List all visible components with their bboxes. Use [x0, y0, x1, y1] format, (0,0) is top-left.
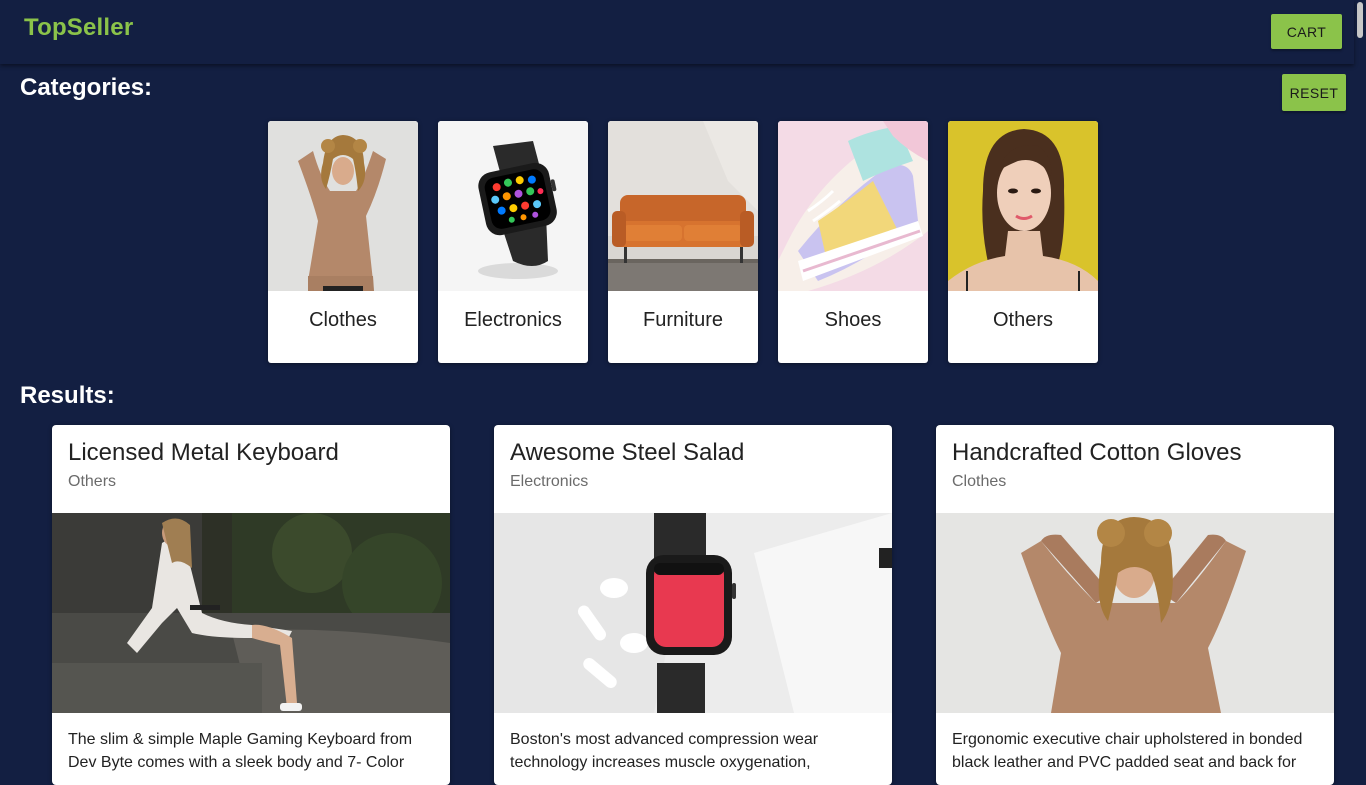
results-heading: Results: [20, 382, 115, 409]
cart-button[interactable]: CART [1271, 14, 1342, 49]
product-description: Ergonomic executive chair upholstered in… [952, 731, 1303, 771]
category-label: Others [992, 309, 1054, 331]
category-label: Shoes [824, 309, 882, 331]
product-card-licensed-metal-keyboard[interactable]: Licensed Metal Keyboard Others The slim … [52, 425, 450, 785]
product-category: Clothes [952, 473, 1007, 490]
product-category: Others [68, 473, 117, 490]
categories-heading: Categories: [20, 74, 153, 101]
product-name[interactable]: Licensed Metal Keyboard [68, 439, 339, 467]
category-card-furniture[interactable]: Furniture [608, 121, 758, 363]
product-card-awesome-steel-salad[interactable]: Awesome Steel Salad Electronics Boston's… [494, 425, 892, 785]
brand-logo[interactable]: TopSeller [24, 14, 133, 42]
category-image-shoes [778, 121, 928, 291]
scrollbar-thumb[interactable] [1357, 2, 1363, 38]
category-label: Electronics [464, 309, 562, 331]
category-image-clothes [268, 121, 418, 291]
product-image[interactable] [936, 513, 1334, 713]
category-card-electronics[interactable]: Electronics [438, 121, 588, 363]
page-scrollbar[interactable] [1354, 0, 1366, 768]
product-category: Electronics [510, 473, 589, 490]
category-label: Clothes [309, 309, 377, 331]
reset-button[interactable]: RESET [1282, 74, 1346, 111]
category-image-furniture [608, 121, 758, 291]
product-description: Boston's most advanced compression wear … [510, 731, 819, 771]
product-description: The slim & simple Maple Gaming Keyboard … [68, 731, 413, 771]
category-card-others[interactable]: Others [948, 121, 1098, 363]
product-image[interactable] [52, 513, 450, 713]
category-label: Furniture [642, 309, 724, 331]
product-image[interactable] [494, 513, 892, 713]
product-name[interactable]: Awesome Steel Salad [510, 439, 744, 467]
category-card-shoes[interactable]: Shoes [778, 121, 928, 363]
product-name[interactable]: Handcrafted Cotton Gloves [952, 439, 1242, 467]
category-image-electronics [438, 121, 588, 291]
category-card-clothes[interactable]: Clothes [268, 121, 418, 363]
product-card-handcrafted-cotton-gloves[interactable]: Handcrafted Cotton Gloves Clothes Ergono… [936, 425, 1334, 785]
category-image-others [948, 121, 1098, 291]
app-header: TopSeller CART [0, 0, 1354, 64]
